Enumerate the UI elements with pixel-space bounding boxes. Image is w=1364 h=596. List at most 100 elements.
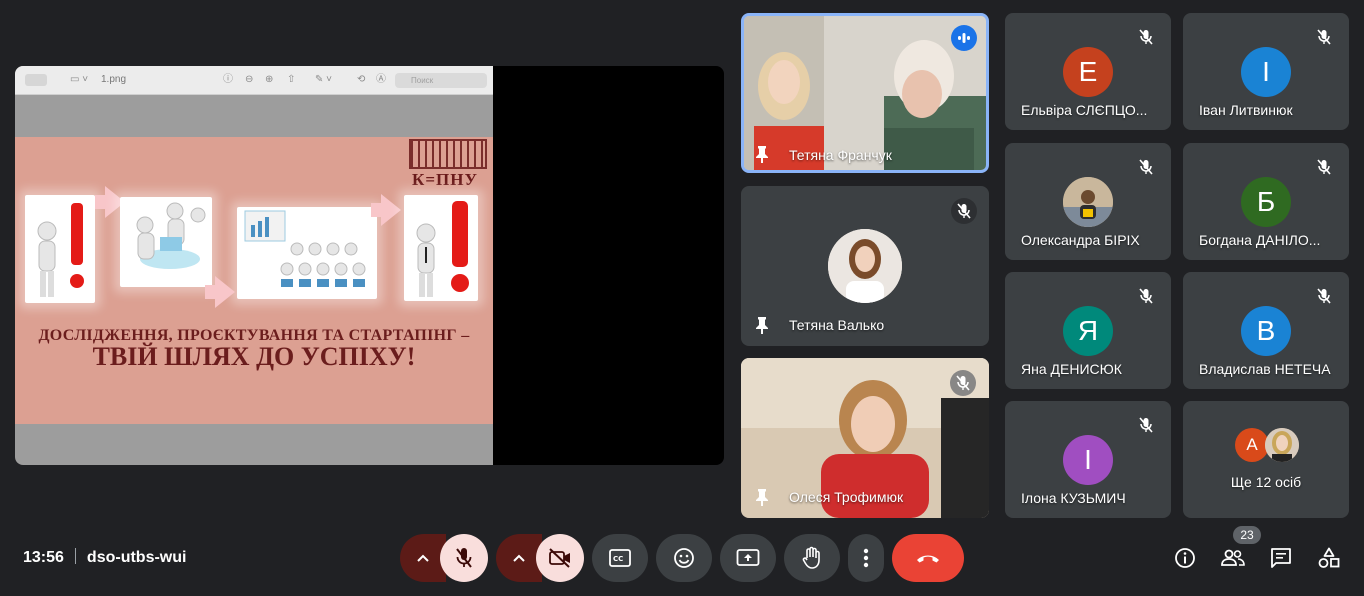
annotate-icon: Ⓐ — [376, 74, 386, 85]
participant-name: Богдана ДАНІЛО... — [1199, 232, 1321, 248]
raise-hand-button[interactable] — [784, 534, 840, 582]
sidebar-toggle-icon — [25, 74, 47, 86]
pin-icon[interactable] — [754, 488, 770, 506]
muted-mic-icon — [1133, 154, 1159, 180]
avatar: Б — [1241, 177, 1291, 227]
viewer-search: Поиск — [395, 73, 487, 88]
people-button[interactable] — [1221, 546, 1245, 570]
participant-name: Олександра БІРІХ — [1021, 232, 1140, 248]
muted-mic-icon — [1311, 154, 1337, 180]
captions-button[interactable]: CC — [592, 534, 648, 582]
participant-tile[interactable]: І Іван Литвинюк — [1183, 13, 1349, 130]
participant-tile[interactable]: Б Богдана ДАНІЛО... — [1183, 143, 1349, 260]
chevron-up-icon — [417, 554, 429, 562]
more-vert-icon — [863, 548, 869, 568]
participant-name: Владислав НЕТЕЧА — [1199, 361, 1331, 377]
pin-icon[interactable] — [754, 316, 770, 334]
avatar-initial: Б — [1256, 186, 1276, 217]
reactions-button[interactable] — [656, 534, 712, 582]
present-screen-button[interactable] — [720, 534, 776, 582]
divider — [74, 548, 76, 564]
view-menu-icon: ▭ ˅ — [70, 74, 89, 85]
avatar — [1265, 428, 1299, 462]
participant-tile[interactable]: Олеся Трофимюк — [741, 358, 989, 518]
leave-call-button[interactable] — [892, 534, 964, 582]
participant-tile[interactable]: І Ілона КУЗЬМИЧ — [1005, 401, 1171, 518]
pin-icon[interactable] — [754, 145, 770, 163]
svg-text:CC: CC — [613, 555, 623, 563]
slide-image: К=ПНУ ДОСЛІДЖЕННЯ, ПРОЄКТУВАННЯ ТА СТАРТ… — [15, 137, 493, 424]
more-participants-label: Ще 12 осіб — [1230, 474, 1302, 490]
more-options-button[interactable] — [848, 534, 884, 582]
muted-mic-icon — [1311, 24, 1337, 50]
right-arrow-icon — [381, 194, 401, 226]
info-icon: ⓘ — [223, 74, 233, 85]
participant-name: Ілона КУЗЬМИЧ — [1021, 490, 1126, 506]
arrow-stem — [205, 285, 215, 299]
muted-mic-icon — [950, 370, 976, 396]
camera-toggle-button[interactable] — [536, 534, 584, 582]
presentation-stage: ▭ ˅ 1.png ⓘ ⊖ ⊕ ⇧ ✎ ˅ ⟲ Ⓐ Поиск К=ПНУ ДО… — [15, 66, 724, 465]
participant-tile[interactable]: Тетяна Валько — [741, 186, 989, 346]
chat-icon — [1271, 548, 1291, 568]
clock: 13:56 — [23, 549, 64, 566]
meeting-code: dso-utbs-wui — [86, 549, 187, 566]
rotate-icon: ⟲ — [357, 74, 366, 85]
emoji-icon — [674, 548, 694, 568]
hang-up-icon — [917, 555, 939, 563]
avatar: Е — [1063, 47, 1113, 97]
avatar-initial: В — [1256, 315, 1276, 346]
avatar-initial: Е — [1078, 56, 1098, 87]
viewer-filename: 1.png — [101, 74, 127, 85]
participant-name: Ельвіра СЛЄПЦО... — [1021, 102, 1148, 118]
share-icon: ⇧ — [287, 74, 296, 85]
participant-tile[interactable]: Олександра БІРІХ — [1005, 143, 1171, 260]
muted-mic-icon — [951, 198, 977, 224]
university-building-logo — [409, 139, 487, 169]
raise-hand-icon — [802, 546, 820, 569]
thinking-figure-image — [25, 195, 95, 303]
avatar: В — [1241, 306, 1291, 356]
preview-window: ▭ ˅ 1.png ⓘ ⊖ ⊕ ⇧ ✎ ˅ ⟲ Ⓐ Поиск К=ПНУ ДО… — [15, 66, 493, 465]
mic-toggle-button[interactable] — [440, 534, 488, 582]
chat-button[interactable] — [1269, 546, 1293, 570]
markup-icon: ✎ ˅ — [315, 74, 332, 85]
zoom-in-icon: ⊕ — [265, 74, 274, 85]
participant-name: Олеся Трофимюк — [789, 489, 904, 505]
participant-tile[interactable]: Е Ельвіра СЛЄПЦО... — [1005, 13, 1171, 130]
chevron-up-icon — [513, 554, 525, 562]
preview-toolbar: ▭ ˅ 1.png ⓘ ⊖ ⊕ ⇧ ✎ ˅ ⟲ Ⓐ Поиск — [15, 66, 493, 95]
people-icon — [1221, 549, 1245, 566]
avatar — [1063, 177, 1113, 227]
participant-tile[interactable]: Я Яна ДЕНИСЮК — [1005, 272, 1171, 389]
avatar-initial: A — [1246, 435, 1258, 454]
arrow-stem — [371, 203, 381, 217]
avatar: І — [1063, 435, 1113, 485]
muted-mic-icon — [1311, 283, 1337, 309]
closed-captions-icon: CC — [609, 549, 631, 567]
meeting-info-button[interactable] — [1173, 546, 1197, 570]
mic-off-icon — [456, 548, 472, 568]
participant-count-badge: 23 — [1233, 526, 1261, 544]
info-icon — [1175, 548, 1195, 568]
meeting-details: 13:56 dso-utbs-wui — [23, 548, 186, 567]
muted-mic-icon — [1133, 283, 1159, 309]
audience-presentation-image — [237, 207, 377, 299]
avatar: І — [1241, 47, 1291, 97]
participant-tile[interactable]: В Владислав НЕТЕЧА — [1183, 272, 1349, 389]
muted-mic-icon — [1133, 24, 1159, 50]
muted-mic-icon — [1133, 412, 1159, 438]
arrow-stem — [95, 195, 105, 209]
participant-tile-active-speaker[interactable]: Тетяна Франчук — [741, 13, 989, 173]
avatar-initial: І — [1262, 56, 1270, 87]
participant-name: Іван Литвинюк — [1199, 102, 1293, 118]
right-arrow-icon — [215, 276, 235, 308]
participant-name: Тетяна Валько — [789, 317, 885, 333]
success-figure-image — [404, 195, 478, 301]
avatar — [828, 229, 902, 303]
speaking-indicator-icon — [951, 25, 977, 51]
more-participants-tile[interactable]: A Ще 12 осіб — [1183, 401, 1349, 518]
avatar: A — [1235, 428, 1269, 462]
slide-logo: К=ПНУ — [412, 170, 478, 189]
activities-button[interactable] — [1317, 546, 1341, 570]
